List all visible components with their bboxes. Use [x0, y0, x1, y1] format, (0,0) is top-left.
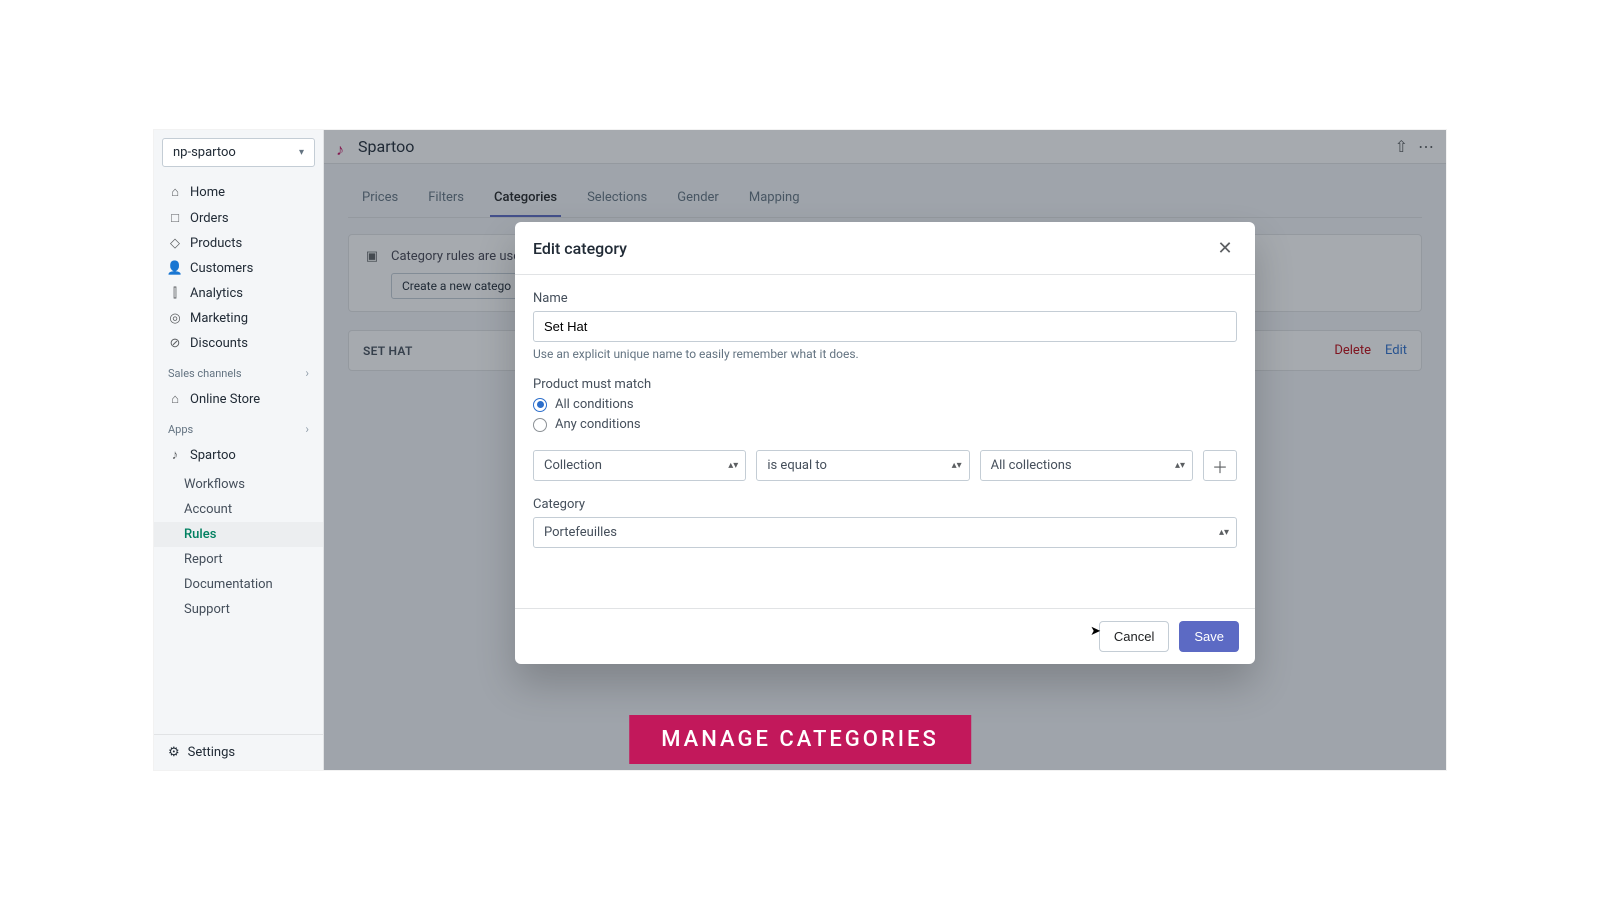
nav-app-spartoo[interactable]: ♪ Spartoo [154, 442, 323, 468]
nav-label: Settings [188, 745, 235, 760]
updown-icon: ▴▾ [1219, 528, 1229, 538]
discounts-icon: ⊘ [168, 336, 182, 351]
store-icon: ⌂ [168, 391, 182, 407]
select-value: All collections [980, 450, 1193, 481]
modal-overlay: Edit category ✕ Name Use an explicit uni… [324, 130, 1446, 770]
select-value: Portefeuilles [533, 517, 1237, 548]
nav-label: Discounts [190, 336, 248, 351]
nav-label: Home [190, 185, 225, 200]
updown-icon: ▴▾ [1175, 461, 1185, 471]
name-label: Name [533, 291, 1237, 306]
sidebar: np-spartoo ▾ ⌂ Home □ Orders ◇ Products 👤 Cu… [154, 130, 324, 770]
chevron-right-icon: › [305, 422, 309, 436]
marketing-icon: ◎ [168, 311, 182, 326]
store-name: np-spartoo [173, 145, 236, 160]
nav-label: Online Store [190, 392, 260, 407]
app-frame: np-spartoo ▾ ⌂ Home □ Orders ◇ Products 👤 Cu… [154, 130, 1446, 770]
save-button[interactable]: Save [1179, 621, 1239, 652]
home-icon: ⌂ [168, 184, 182, 200]
cancel-button[interactable]: Cancel [1099, 621, 1169, 652]
chevron-right-icon: › [305, 366, 309, 380]
modal-title: Edit category [533, 239, 627, 258]
radio-label: All conditions [555, 397, 634, 412]
nav-analytics[interactable]: ⫿ Analytics [154, 281, 323, 306]
app-icon: ♪ [168, 447, 182, 463]
caption-banner: MANAGE CATEGORIES [629, 715, 971, 764]
sales-channels-header[interactable]: Sales channels › [154, 360, 323, 382]
gear-icon: ⚙ [168, 745, 180, 760]
nav-label: Products [190, 236, 242, 251]
nav-label: Spartoo [190, 448, 236, 463]
radio-any-conditions[interactable]: Any conditions [533, 417, 1237, 432]
nav-label: Orders [190, 211, 229, 226]
condition-field-select[interactable]: Collection ▴▾ [533, 450, 746, 481]
nav-online-store[interactable]: ⌂ Online Store [154, 386, 323, 412]
name-input[interactable] [533, 311, 1237, 342]
condition-row: Collection ▴▾ is equal to ▴▾ All collect… [533, 450, 1237, 481]
subnav-rules[interactable]: Rules [154, 522, 323, 547]
radio-icon [533, 418, 547, 432]
radio-label: Any conditions [555, 417, 641, 432]
apps-header[interactable]: Apps › [154, 416, 323, 438]
nav-products[interactable]: ◇ Products [154, 231, 323, 256]
radio-all-conditions[interactable]: All conditions [533, 397, 1237, 412]
nav-home[interactable]: ⌂ Home [154, 179, 323, 205]
nav-customers[interactable]: 👤 Customers [154, 256, 323, 281]
select-value: is equal to [756, 450, 969, 481]
nav-label: Customers [190, 261, 253, 276]
nav-label: Analytics [190, 286, 243, 301]
section-label: Apps [168, 423, 193, 436]
plus-icon: ＋ [1212, 454, 1228, 478]
select-value: Collection [533, 450, 746, 481]
updown-icon: ▴▾ [952, 461, 962, 471]
nav-marketing[interactable]: ◎ Marketing [154, 306, 323, 331]
condition-value-select[interactable]: All collections ▴▾ [980, 450, 1193, 481]
store-switcher[interactable]: np-spartoo ▾ [162, 138, 315, 167]
updown-icon: ▴▾ [728, 461, 738, 471]
subnav-documentation[interactable]: Documentation [154, 572, 323, 597]
subnav-report[interactable]: Report [154, 547, 323, 572]
add-condition-button[interactable]: ＋ [1203, 450, 1237, 481]
orders-icon: □ [168, 210, 182, 226]
analytics-icon: ⫿ [168, 286, 182, 301]
radio-icon [533, 398, 547, 412]
nav-settings[interactable]: ⚙ Settings [154, 734, 323, 770]
match-label: Product must match [533, 377, 1237, 392]
app-subnav: Workflows Account Rules Report Documenta… [154, 472, 323, 626]
category-label: Category [533, 497, 1237, 512]
customers-icon: 👤 [168, 261, 182, 276]
caret-down-icon: ▾ [299, 147, 304, 158]
nav-orders[interactable]: □ Orders [154, 205, 323, 231]
subnav-support[interactable]: Support [154, 597, 323, 622]
condition-operator-select[interactable]: is equal to ▴▾ [756, 450, 969, 481]
products-icon: ◇ [168, 236, 182, 251]
edit-category-modal: Edit category ✕ Name Use an explicit uni… [515, 222, 1255, 664]
primary-nav: ⌂ Home □ Orders ◇ Products 👤 Customers ⫿ Anal… [154, 175, 323, 360]
category-select[interactable]: Portefeuilles ▴▾ [533, 517, 1237, 548]
subnav-workflows[interactable]: Workflows [154, 472, 323, 497]
section-label: Sales channels [168, 367, 242, 380]
name-help-text: Use an explicit unique name to easily re… [533, 347, 1237, 361]
close-icon[interactable]: ✕ [1213, 236, 1237, 260]
nav-discounts[interactable]: ⊘ Discounts [154, 331, 323, 356]
nav-label: Marketing [190, 311, 248, 326]
subnav-account[interactable]: Account [154, 497, 323, 522]
